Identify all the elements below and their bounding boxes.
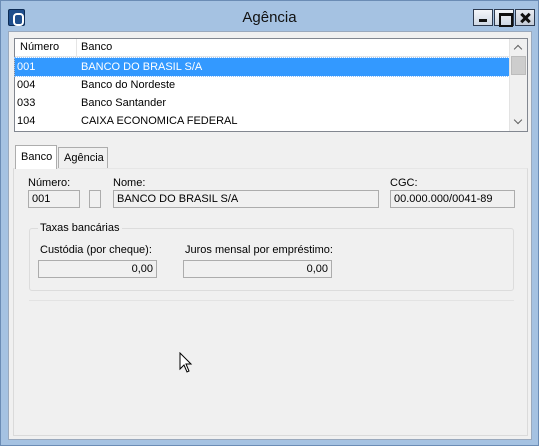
nome-label: Nome: bbox=[113, 177, 146, 189]
column-divider[interactable] bbox=[76, 39, 77, 57]
custodia-field[interactable]: 0,00 bbox=[38, 260, 157, 278]
tab-agencia[interactable]: Agência bbox=[58, 147, 108, 168]
minimize-icon[interactable] bbox=[473, 9, 493, 26]
scroll-down-icon[interactable] bbox=[510, 114, 527, 131]
row-numero: 033 bbox=[17, 97, 36, 109]
maximize-icon[interactable] bbox=[494, 9, 514, 27]
list-header: Número Banco bbox=[15, 39, 509, 57]
taxas-bancarias-group: Taxas bancárias Custódia (por cheque): 0… bbox=[29, 222, 514, 291]
tab-panel-banco: Número: 001 Nome: BANCO DO BRASIL S/A CG… bbox=[13, 168, 528, 436]
agencia-window: Agência Número Banco 001 BANCO DO BRASIL… bbox=[0, 0, 539, 446]
numero-label: Número: bbox=[28, 177, 71, 189]
panel-divider bbox=[29, 300, 514, 301]
window-title: Agência bbox=[242, 9, 297, 26]
mouse-cursor-icon bbox=[179, 352, 193, 373]
row-banco: CAIXA ECONOMICA FEDERAL bbox=[81, 115, 238, 127]
row-banco: BANCO DO BRASIL S/A bbox=[81, 61, 203, 73]
juros-label: Juros mensal por empréstimo: bbox=[185, 244, 333, 256]
close-icon[interactable] bbox=[515, 9, 535, 26]
row-banco: Banco Santander bbox=[81, 97, 167, 109]
taxas-bancarias-legend: Taxas bancárias bbox=[38, 222, 122, 234]
list-rows: 001 BANCO DO BRASIL S/A 004 Banco do Nor… bbox=[14, 57, 510, 130]
column-header-banco[interactable]: Banco bbox=[81, 41, 112, 53]
list-vertical-scrollbar[interactable] bbox=[509, 39, 527, 131]
window-client-area: Número Banco 001 BANCO DO BRASIL S/A 004… bbox=[8, 31, 532, 440]
list-row[interactable]: 104 CAIXA ECONOMICA FEDERAL bbox=[15, 112, 509, 130]
column-header-numero[interactable]: Número bbox=[20, 41, 59, 53]
list-row[interactable]: 001 BANCO DO BRASIL S/A bbox=[14, 57, 510, 77]
scrollbar-thumb[interactable] bbox=[511, 56, 526, 75]
tab-banco[interactable]: Banco bbox=[15, 145, 57, 169]
cgc-label: CGC: bbox=[390, 177, 418, 189]
juros-field[interactable]: 0,00 bbox=[183, 260, 332, 278]
title-bar[interactable]: Agência bbox=[1, 1, 538, 31]
list-row[interactable]: 004 Banco do Nordeste bbox=[15, 76, 509, 94]
row-numero: 104 bbox=[17, 115, 36, 127]
nome-field[interactable]: BANCO DO BRASIL S/A bbox=[113, 190, 379, 208]
list-row[interactable]: 033 Banco Santander bbox=[15, 94, 509, 112]
numero-field[interactable]: 001 bbox=[28, 190, 80, 208]
cgc-field[interactable]: 00.000.000/0041-89 bbox=[390, 190, 515, 208]
row-banco: Banco do Nordeste bbox=[81, 79, 176, 91]
numero-extra-field[interactable] bbox=[89, 190, 101, 208]
row-numero: 001 bbox=[17, 61, 36, 73]
banks-list[interactable]: Número Banco 001 BANCO DO BRASIL S/A 004… bbox=[14, 38, 528, 132]
scroll-up-icon[interactable] bbox=[510, 39, 527, 56]
custodia-label: Custódia (por cheque): bbox=[40, 244, 152, 256]
row-numero: 004 bbox=[17, 79, 36, 91]
